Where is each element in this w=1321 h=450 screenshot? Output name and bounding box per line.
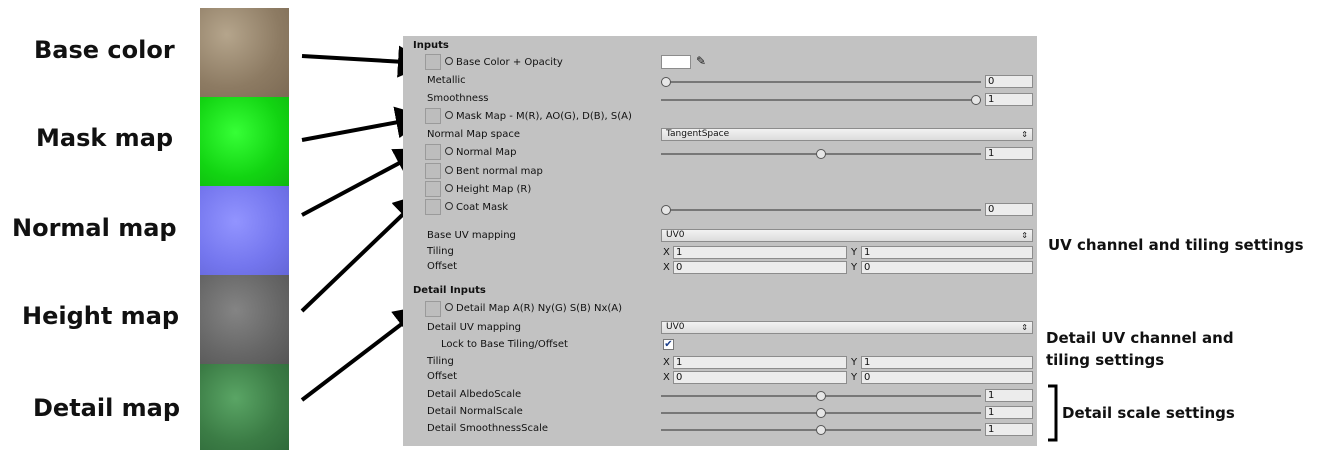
lock-to-base-checkbox[interactable]: ✔	[663, 339, 674, 350]
offset-y-label: Y	[851, 262, 858, 273]
detail-albedo-scale-slider[interactable]	[661, 391, 981, 401]
smoothness-field[interactable]: 1	[985, 93, 1033, 106]
detail-smoothness-scale-label: Detail SmoothnessScale	[427, 423, 549, 434]
normal-map-slot[interactable]	[425, 144, 441, 160]
smoothness-slider-knob[interactable]	[971, 95, 981, 105]
offset-y-field[interactable]: 0	[861, 261, 1033, 274]
detail-smoothness-scale-field[interactable]: 1	[985, 423, 1033, 436]
tiling-x-label: X	[663, 247, 670, 258]
base-color-swatch[interactable]	[661, 55, 691, 69]
bullet-icon	[445, 184, 453, 192]
detail-albedo-scale-knob[interactable]	[816, 391, 826, 401]
inputs-section-title: Inputs	[413, 40, 449, 51]
detail-tiling-y-field[interactable]: 1	[861, 356, 1033, 369]
detail-normal-scale-label: Detail NormalScale	[427, 406, 523, 417]
offset-label: Offset	[427, 261, 458, 272]
metallic-slider-knob[interactable]	[661, 77, 671, 87]
detail-albedo-scale-field[interactable]: 1	[985, 389, 1033, 402]
tiling-y-field[interactable]: 1	[861, 246, 1033, 259]
detail-inputs-section-title: Detail Inputs	[413, 285, 486, 296]
detail-offset-x-label: X	[663, 372, 670, 383]
bullet-icon	[445, 111, 453, 119]
metallic-field[interactable]: 0	[985, 75, 1033, 88]
offset-x-field[interactable]: 0	[673, 261, 847, 274]
eyedropper-icon[interactable]: ✎	[696, 54, 706, 68]
annotation-detail-uv-line1: Detail UV channel and	[1046, 329, 1234, 347]
coat-mask-slot[interactable]	[425, 199, 441, 215]
base-uv-mapping-dropdown[interactable]: UV0 ⇕	[661, 229, 1033, 242]
detail-albedo-scale-label: Detail AlbedoScale	[427, 389, 522, 400]
coat-mask-slider-knob[interactable]	[661, 205, 671, 215]
metallic-label: Metallic	[427, 75, 466, 86]
coat-mask-field[interactable]: 0	[985, 203, 1033, 216]
bullet-icon	[445, 57, 453, 65]
tiling-x-field[interactable]: 1	[673, 246, 847, 259]
coat-mask-label: Coat Mask	[445, 201, 508, 215]
base-color-label: Base Color + Opacity	[445, 56, 563, 70]
bent-normal-map-label: Bent normal map	[445, 165, 543, 179]
detail-tiling-x-field[interactable]: 1	[673, 356, 847, 369]
lock-to-base-label: Lock to Base Tiling/Offset	[441, 339, 568, 350]
mask-map-label: Mask Map - M(R), AO(G), D(B), S(A)	[445, 110, 632, 124]
normal-map-slider[interactable]	[661, 149, 981, 159]
normal-map-space-label: Normal Map space	[427, 129, 520, 140]
base-uv-mapping-label: Base UV mapping	[427, 230, 516, 241]
offset-x-label: X	[663, 262, 670, 273]
dropdown-arrows-icon: ⇕	[1021, 323, 1028, 332]
smoothness-label: Smoothness	[427, 93, 489, 104]
coat-mask-slider[interactable]	[661, 205, 981, 215]
detail-smoothness-scale-knob[interactable]	[816, 425, 826, 435]
bullet-icon	[445, 303, 453, 311]
detail-offset-y-label: Y	[851, 372, 858, 383]
material-inspector-panel: Inputs Base Color + Opacity ✎ Metallic 0…	[403, 36, 1037, 446]
bullet-icon	[445, 202, 453, 210]
detail-normal-scale-slider[interactable]	[661, 408, 981, 418]
normal-map-space-dropdown[interactable]: TangentSpace ⇕	[661, 128, 1033, 141]
normal-map-slider-knob[interactable]	[816, 149, 826, 159]
detail-normal-scale-knob[interactable]	[816, 408, 826, 418]
annotation-detail-uv-line2: tiling settings	[1046, 351, 1165, 369]
normal-map-field[interactable]: 1	[985, 147, 1033, 160]
detail-normal-scale-field[interactable]: 1	[985, 406, 1033, 419]
detail-map-label: Detail Map A(R) Ny(G) S(B) Nx(A)	[445, 302, 622, 316]
normal-map-label: Normal Map	[445, 146, 516, 160]
detail-offset-label: Offset	[427, 371, 458, 382]
tiling-label: Tiling	[427, 246, 454, 257]
detail-uv-mapping-dropdown[interactable]: UV0 ⇕	[661, 321, 1033, 334]
detail-smoothness-scale-slider[interactable]	[661, 425, 981, 435]
detail-map-slot[interactable]	[425, 301, 441, 317]
smoothness-slider[interactable]	[661, 95, 981, 105]
dropdown-arrows-icon: ⇕	[1021, 130, 1028, 139]
annotation-detail-scale: Detail scale settings	[1062, 404, 1235, 422]
dropdown-arrows-icon: ⇕	[1021, 231, 1028, 240]
detail-tiling-x-label: X	[663, 357, 670, 368]
height-map-label: Height Map (R)	[445, 183, 531, 197]
height-map-slot[interactable]	[425, 181, 441, 197]
detail-tiling-label: Tiling	[427, 356, 454, 367]
bullet-icon	[445, 166, 453, 174]
detail-tiling-y-label: Y	[851, 357, 858, 368]
detail-offset-x-field[interactable]: 0	[673, 371, 847, 384]
bent-normal-map-slot[interactable]	[425, 163, 441, 179]
bullet-icon	[445, 147, 453, 155]
tiling-y-label: Y	[851, 247, 858, 258]
metallic-slider[interactable]	[661, 77, 981, 87]
detail-uv-mapping-label: Detail UV mapping	[427, 322, 522, 333]
detail-offset-y-field[interactable]: 0	[861, 371, 1033, 384]
mask-map-slot[interactable]	[425, 108, 441, 124]
detail-scale-bracket	[1048, 384, 1058, 442]
annotation-uv-channel: UV channel and tiling settings	[1048, 236, 1304, 254]
base-color-texture-slot[interactable]	[425, 54, 441, 70]
